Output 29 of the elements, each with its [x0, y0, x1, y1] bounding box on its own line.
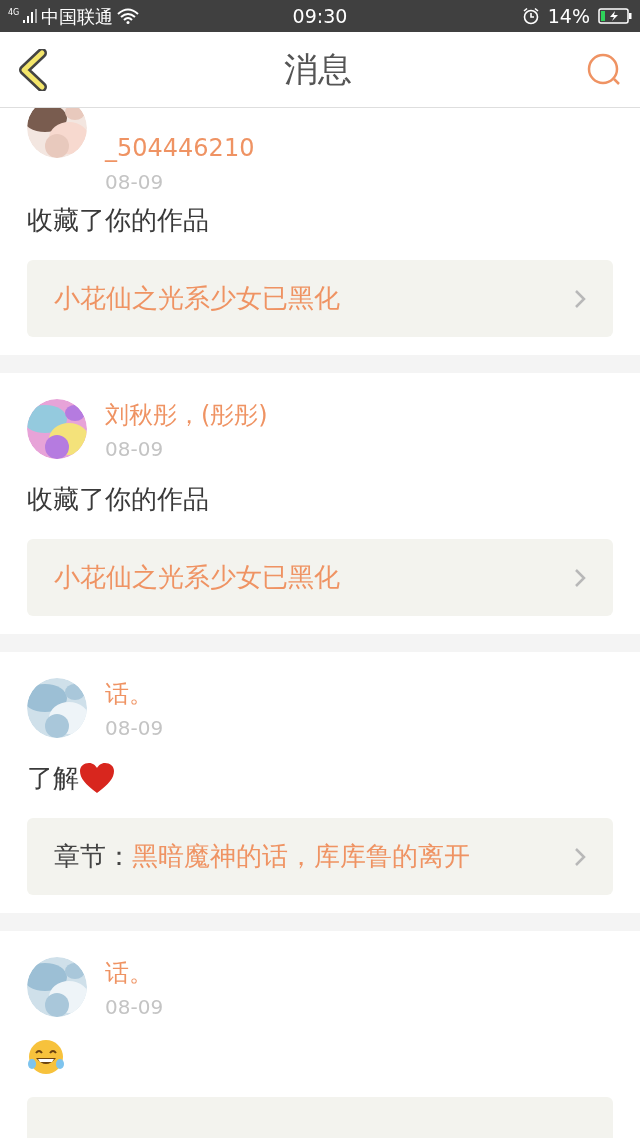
chevron-right-icon [574, 567, 586, 588]
back-button[interactable] [18, 47, 50, 92]
message-text: 收藏了你的作品 [27, 203, 209, 237]
message-date: 08-09 [105, 169, 165, 196]
message-date: 08-09 [105, 436, 165, 463]
heart-icon [79, 762, 115, 794]
work-link[interactable]: 章节：黑暗魔神的话，库库鲁的离开 [27, 818, 613, 895]
user-name[interactable]: 刘秋彤，(彤彤) [105, 399, 268, 431]
signal-icon [23, 8, 38, 24]
chevron-right-icon [574, 288, 586, 309]
message-text: 了解 [27, 761, 79, 795]
user-name[interactable]: _504446210 [105, 132, 255, 164]
alarm-icon [521, 7, 540, 25]
battery-percent: 14% [547, 3, 590, 29]
user-name[interactable]: 话。 [105, 957, 164, 989]
carrier-name: 中国联通 [41, 4, 114, 29]
network-type: 4G [8, 8, 20, 17]
message-text: 收藏了你的作品 [27, 482, 209, 516]
chevron-right-icon [574, 846, 586, 867]
page-title: 消息 [284, 48, 352, 91]
laughing-face-icon [27, 1039, 65, 1075]
work-link[interactable]: 小花仙之光系少女已黑化 [27, 539, 613, 616]
battery-charging-icon [598, 8, 632, 24]
work-link[interactable]: 小花仙之光系少女已黑化 [27, 260, 613, 337]
message-date: 08-09 [105, 715, 164, 742]
message-date: 08-09 [105, 994, 164, 1021]
clock-time: 09:30 [292, 3, 348, 29]
wifi-icon [117, 8, 140, 24]
user-name[interactable]: 话。 [105, 678, 164, 710]
